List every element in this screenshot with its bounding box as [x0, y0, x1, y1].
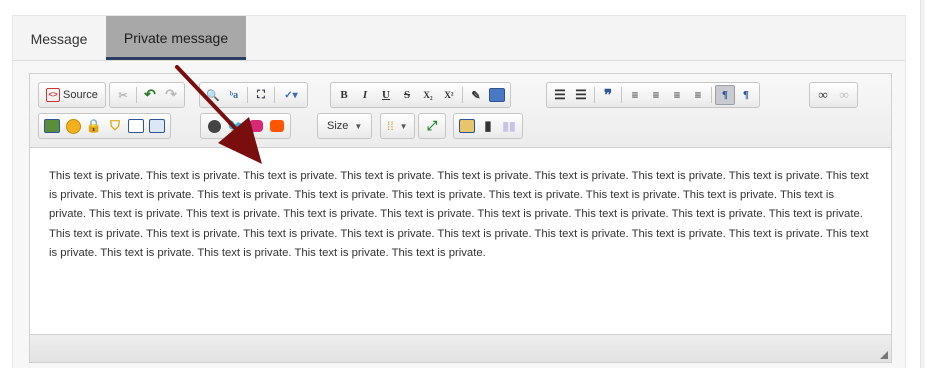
- source-icon: <>: [46, 88, 60, 102]
- copy-formatting-icon[interactable]: ✎: [466, 85, 486, 105]
- x-icon[interactable]: [204, 116, 224, 136]
- iframe-icon[interactable]: [126, 116, 146, 136]
- soundcloud-icon[interactable]: [267, 116, 287, 136]
- underline-icon[interactable]: U: [376, 85, 396, 105]
- spellcheck-icon[interactable]: ✓▾: [278, 85, 304, 105]
- align-center-icon[interactable]: ≡: [646, 85, 666, 105]
- text-direction-rtl-icon[interactable]: ¶: [736, 85, 756, 105]
- image-icon[interactable]: [42, 116, 62, 136]
- twitter-icon[interactable]: 🐦: [225, 116, 245, 136]
- size-group: Size ▼: [317, 113, 373, 139]
- undo-icon[interactable]: ↶: [140, 85, 160, 105]
- remove-format-icon[interactable]: [487, 85, 507, 105]
- source-button[interactable]: <> Source: [42, 85, 102, 105]
- rich-text-editor: <> Source ✂ ↶ ↷ 🔍 ᵇa ⛶ ✓▾ B I U S X₂ X² …: [29, 73, 892, 363]
- film-icon[interactable]: ▮: [478, 116, 498, 136]
- select-all-icon[interactable]: ⛶: [251, 85, 271, 105]
- source-group: <> Source: [38, 82, 106, 108]
- tab-private-message[interactable]: Private message: [106, 16, 246, 60]
- message-panel: Message Private message <> Source ✂ ↶ ↷ …: [12, 15, 906, 368]
- maximize-icon[interactable]: ⤢: [422, 116, 442, 136]
- align-justify-icon[interactable]: ≡: [688, 85, 708, 105]
- editor-content[interactable]: This text is private. This text is priva…: [30, 148, 891, 335]
- cut-icon[interactable]: ✂: [113, 85, 133, 105]
- find-icon[interactable]: 🔍: [203, 85, 223, 105]
- bulleted-list-icon[interactable]: ☰: [571, 85, 591, 105]
- toolbar-separator: [136, 87, 137, 103]
- mediaembed-icon[interactable]: [457, 116, 477, 136]
- template-icon[interactable]: [147, 116, 167, 136]
- redo-icon[interactable]: ↷: [161, 85, 181, 105]
- link-group: ∞ ∞: [809, 82, 858, 108]
- find-group: 🔍 ᵇa ⛶ ✓▾: [199, 82, 308, 108]
- instagram-icon[interactable]: [246, 116, 266, 136]
- text-direction-ltr-icon[interactable]: ¶: [715, 85, 735, 105]
- insert-group: 🔒 ⛉: [38, 113, 171, 139]
- paragraph-group: ☰ ☰ ❞ ≡ ≡ ≡ ≡ ¶ ¶: [546, 82, 760, 108]
- toolbar-separator: [711, 87, 712, 103]
- toolbar-separator: [621, 87, 622, 103]
- blockquote-icon[interactable]: ❞: [598, 85, 618, 105]
- toolbar-separator: [594, 87, 595, 103]
- strikethrough-icon[interactable]: S: [397, 85, 417, 105]
- page-scrollbar[interactable]: [920, 0, 925, 368]
- align-right-icon[interactable]: ≡: [667, 85, 687, 105]
- replace-icon[interactable]: ᵇa: [224, 85, 244, 105]
- media-group: 🐦: [200, 113, 291, 139]
- palette-icon: ⁞⁞: [387, 119, 394, 133]
- font-size-label: Size: [327, 120, 349, 132]
- editor-status-bar: [30, 334, 891, 362]
- chevron-down-icon: ▼: [354, 121, 363, 131]
- subscript-icon[interactable]: X₂: [418, 85, 438, 105]
- numbered-list-icon[interactable]: ☰: [550, 85, 570, 105]
- link-icon[interactable]: ∞: [813, 85, 833, 105]
- source-button-label: Source: [63, 89, 98, 101]
- shield-icon[interactable]: ⛉: [105, 116, 125, 136]
- basic-styles-group: B I U S X₂ X² ✎: [330, 82, 511, 108]
- maximize-group: ⤢: [418, 113, 446, 139]
- chart-icon[interactable]: ▮▮: [499, 116, 519, 136]
- resize-handle-icon[interactable]: [880, 351, 888, 359]
- italic-icon[interactable]: I: [355, 85, 375, 105]
- superscript-icon[interactable]: X²: [439, 85, 459, 105]
- editor-toolbar: <> Source ✂ ↶ ↷ 🔍 ᵇa ⛶ ✓▾ B I U S X₂ X² …: [30, 74, 891, 148]
- lock-icon[interactable]: 🔒: [84, 116, 104, 136]
- media-insert-group: ▮ ▮▮: [453, 113, 523, 139]
- text-color-dropdown[interactable]: ⁞⁞ ▼: [384, 116, 411, 136]
- toolbar-separator: [247, 87, 248, 103]
- bold-icon[interactable]: B: [334, 85, 354, 105]
- unlink-icon[interactable]: ∞: [834, 85, 854, 105]
- clipboard-group: ✂ ↶ ↷: [109, 82, 185, 108]
- chevron-down-icon: ▼: [399, 121, 408, 131]
- toolbar-separator: [462, 87, 463, 103]
- emoji-icon[interactable]: [63, 116, 83, 136]
- toolbar-separator: [274, 87, 275, 103]
- align-left-icon[interactable]: ≡: [625, 85, 645, 105]
- font-size-dropdown[interactable]: Size ▼: [321, 116, 368, 136]
- color-group: ⁞⁞ ▼: [380, 113, 415, 139]
- tab-message[interactable]: Message: [13, 16, 105, 60]
- tab-bar: Message Private message: [13, 16, 905, 61]
